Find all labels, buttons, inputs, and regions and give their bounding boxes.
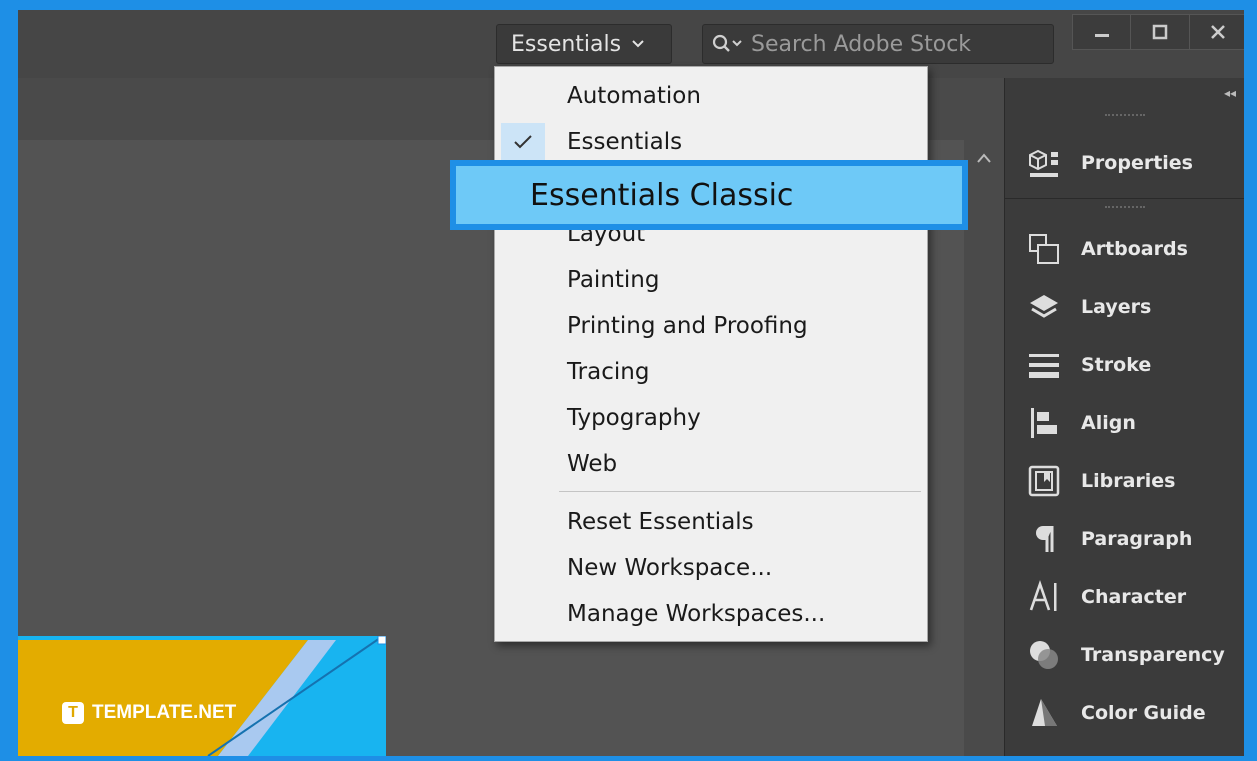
panel-divider <box>1005 198 1244 199</box>
align-icon <box>1025 404 1063 442</box>
panel-item-character[interactable]: Character <box>1005 568 1244 626</box>
chevron-down-icon <box>632 40 644 48</box>
panel-item-color-guide[interactable]: Color Guide <box>1005 684 1244 742</box>
check-icon <box>501 123 545 161</box>
search-icon <box>712 34 742 52</box>
menu-item-printing-and-proofing[interactable]: Printing and Proofing <box>495 303 927 349</box>
close-icon <box>1211 25 1226 39</box>
menu-item-label: Printing and Proofing <box>567 313 808 339</box>
menu-item-label: Tracing <box>567 359 650 385</box>
panel-item-transparency[interactable]: Transparency <box>1005 626 1244 684</box>
adobe-stock-search-input[interactable]: Search Adobe Stock <box>702 24 1054 64</box>
menu-item-label: Essentials Classic <box>530 177 794 213</box>
window-controls <box>1072 14 1244 50</box>
menu-item-automation[interactable]: Automation <box>495 73 927 119</box>
template-logo-text: TEMPLATE.NET <box>92 702 237 723</box>
artwork-graphic <box>18 636 386 756</box>
panel-item-label: Artboards <box>1081 238 1188 260</box>
right-panel-dock: ◂◂ Properties Artboards Layers Stroke Al… <box>1004 78 1244 756</box>
menu-item-tracing[interactable]: Tracing <box>495 349 927 395</box>
workspace-switcher-button[interactable]: Essentials <box>496 24 672 64</box>
menu-item-label: New Workspace... <box>567 555 773 581</box>
panel-item-artboards[interactable]: Artboards <box>1005 220 1244 278</box>
template-logo: T TEMPLATE.NET <box>62 702 236 724</box>
stroke-icon <box>1025 346 1063 384</box>
menu-item-new-workspace[interactable]: New Workspace... <box>495 545 927 591</box>
collapse-panels-icon[interactable]: ◂◂ <box>1224 86 1236 100</box>
panel-item-properties[interactable]: Properties <box>1005 134 1244 192</box>
menu-item-typography[interactable]: Typography <box>495 395 927 441</box>
menu-item-painting[interactable]: Painting <box>495 257 927 303</box>
libraries-icon <box>1025 462 1063 500</box>
character-icon <box>1025 578 1063 616</box>
minimize-button[interactable] <box>1073 15 1132 49</box>
properties-icon <box>1025 144 1063 182</box>
panel-item-label: Libraries <box>1081 470 1176 492</box>
panel-item-align[interactable]: Align <box>1005 394 1244 452</box>
panel-item-label: Color Guide <box>1081 702 1206 724</box>
scroll-up-icon[interactable] <box>976 152 992 164</box>
artwork-thumbnail[interactable]: T TEMPLATE.NET <box>18 636 386 756</box>
panel-item-label: Layers <box>1081 296 1152 318</box>
panel-grip[interactable] <box>1105 206 1145 212</box>
panel-item-paragraph[interactable]: Paragraph <box>1005 510 1244 568</box>
menu-item-web[interactable]: Web <box>495 441 927 487</box>
panel-item-label: Align <box>1081 412 1136 434</box>
menu-item-label: Typography <box>567 405 701 431</box>
panel-item-label: Transparency <box>1081 644 1225 666</box>
panel-item-libraries[interactable]: Libraries <box>1005 452 1244 510</box>
panel-item-label: Paragraph <box>1081 528 1193 550</box>
workspace-switcher-label: Essentials <box>511 31 622 57</box>
artboards-icon <box>1025 230 1063 268</box>
transparency-icon <box>1025 636 1063 674</box>
search-placeholder: Search Adobe Stock <box>751 31 972 57</box>
minimize-icon <box>1094 34 1109 37</box>
maximize-icon <box>1152 24 1168 40</box>
maximize-button[interactable] <box>1131 15 1190 49</box>
menu-item-label: Painting <box>567 267 660 293</box>
panel-item-stroke[interactable]: Stroke <box>1005 336 1244 394</box>
paragraph-icon <box>1025 520 1063 558</box>
menu-item-essentials[interactable]: Essentials <box>495 119 927 165</box>
panel-item-label: Properties <box>1081 152 1193 174</box>
panel-item-label: Stroke <box>1081 354 1152 376</box>
menu-item-label: Web <box>567 451 618 477</box>
menu-item-reset-essentials[interactable]: Reset Essentials <box>495 499 927 545</box>
panel-item-layers[interactable]: Layers <box>1005 278 1244 336</box>
menu-item-label: Manage Workspaces... <box>567 601 826 627</box>
close-button[interactable] <box>1190 15 1244 49</box>
illustrator-window: Essentials Search Adobe Stock ◂◂ Propert… <box>18 10 1244 756</box>
vertical-scrollbar[interactable] <box>964 140 1004 756</box>
template-logo-icon: T <box>62 702 84 724</box>
layers-icon <box>1025 288 1063 326</box>
menu-item-label: Essentials <box>567 129 683 155</box>
menu-item-manage-workspaces[interactable]: Manage Workspaces... <box>495 591 927 637</box>
menu-separator <box>559 491 921 492</box>
color-guide-icon <box>1025 694 1063 732</box>
panel-grip[interactable] <box>1105 114 1145 120</box>
menu-item-label: Automation <box>567 83 701 109</box>
menu-item-label: Reset Essentials <box>567 509 754 535</box>
menu-item-essentials-classic-highlighted[interactable]: Essentials Classic <box>450 160 968 230</box>
workspace-dropdown-menu: Automation Essentials Layout Painting Pr… <box>494 66 928 642</box>
panel-item-label: Character <box>1081 586 1187 608</box>
